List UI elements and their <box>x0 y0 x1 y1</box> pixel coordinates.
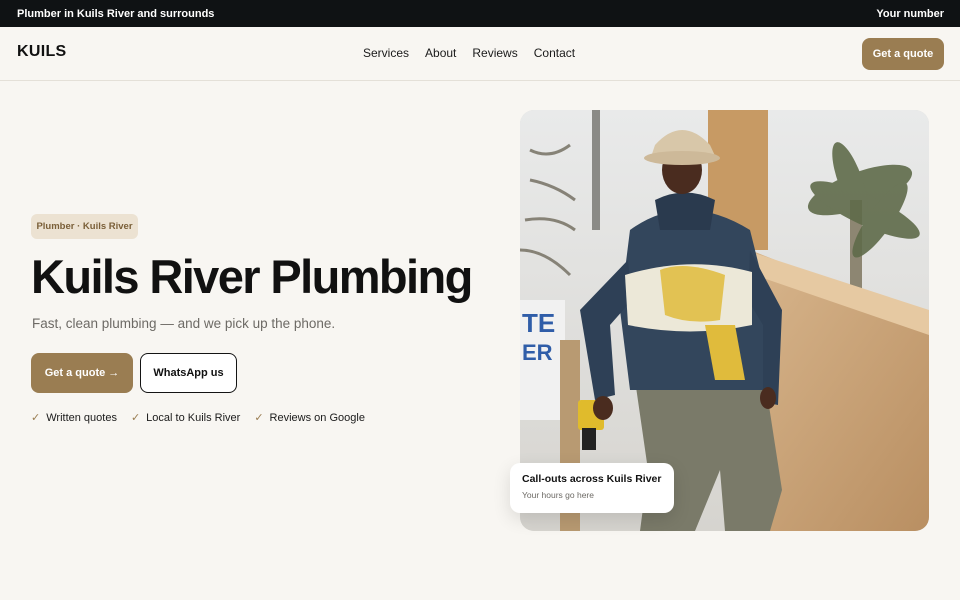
hero-title: Kuils River Plumbing <box>31 250 473 303</box>
hero-subtitle: Fast, clean plumbing — and we pick up th… <box>32 316 336 331</box>
announcement-bar: Plumber in Kuils River and surrounds You… <box>0 0 960 27</box>
trust-checklist: ✓ Written quotes ✓ Local to Kuils River … <box>31 411 379 425</box>
check-item: ✓ Written quotes <box>31 411 117 425</box>
check-icon: ✓ <box>130 412 141 424</box>
check-item: ✓ Local to Kuils River <box>130 411 241 425</box>
topbar-tagline: Plumber in Kuils River and surrounds <box>17 7 215 20</box>
check-item: ✓ Reviews on Google <box>254 411 365 425</box>
main-nav: Services About Reviews Contact <box>363 46 591 60</box>
check-icon: ✓ <box>31 412 41 424</box>
check-label: Local to Kuils River <box>146 411 241 424</box>
header-quote-button[interactable]: Get a quote <box>862 38 944 70</box>
check-icon: ✓ <box>254 412 264 424</box>
callout-subtitle: Your hours go here <box>522 490 594 500</box>
nav-services[interactable]: Services <box>363 46 409 60</box>
callout-title: Call-outs across Kuils River <box>522 473 662 485</box>
nav-reviews[interactable]: Reviews <box>472 46 517 60</box>
callout-card: Call-outs across Kuils River Your hours … <box>510 463 674 513</box>
whatsapp-button[interactable]: WhatsApp us <box>140 353 237 393</box>
nav-contact[interactable]: Contact <box>534 46 575 60</box>
get-quote-button[interactable]: Get a quote → <box>31 353 133 393</box>
check-label: Written quotes <box>46 411 117 424</box>
nav-about[interactable]: About <box>425 46 456 60</box>
svg-text:ER: ER <box>522 340 553 365</box>
hero-badge: Plumber · Kuils River <box>31 214 138 239</box>
site-header: KUILS Services About Reviews Contact Get… <box>0 27 960 81</box>
topbar-phone[interactable]: Your number <box>876 8 944 20</box>
logo[interactable]: KUILS <box>17 43 67 61</box>
check-label: Reviews on Google <box>269 411 365 424</box>
svg-text:TE: TE <box>522 308 555 338</box>
